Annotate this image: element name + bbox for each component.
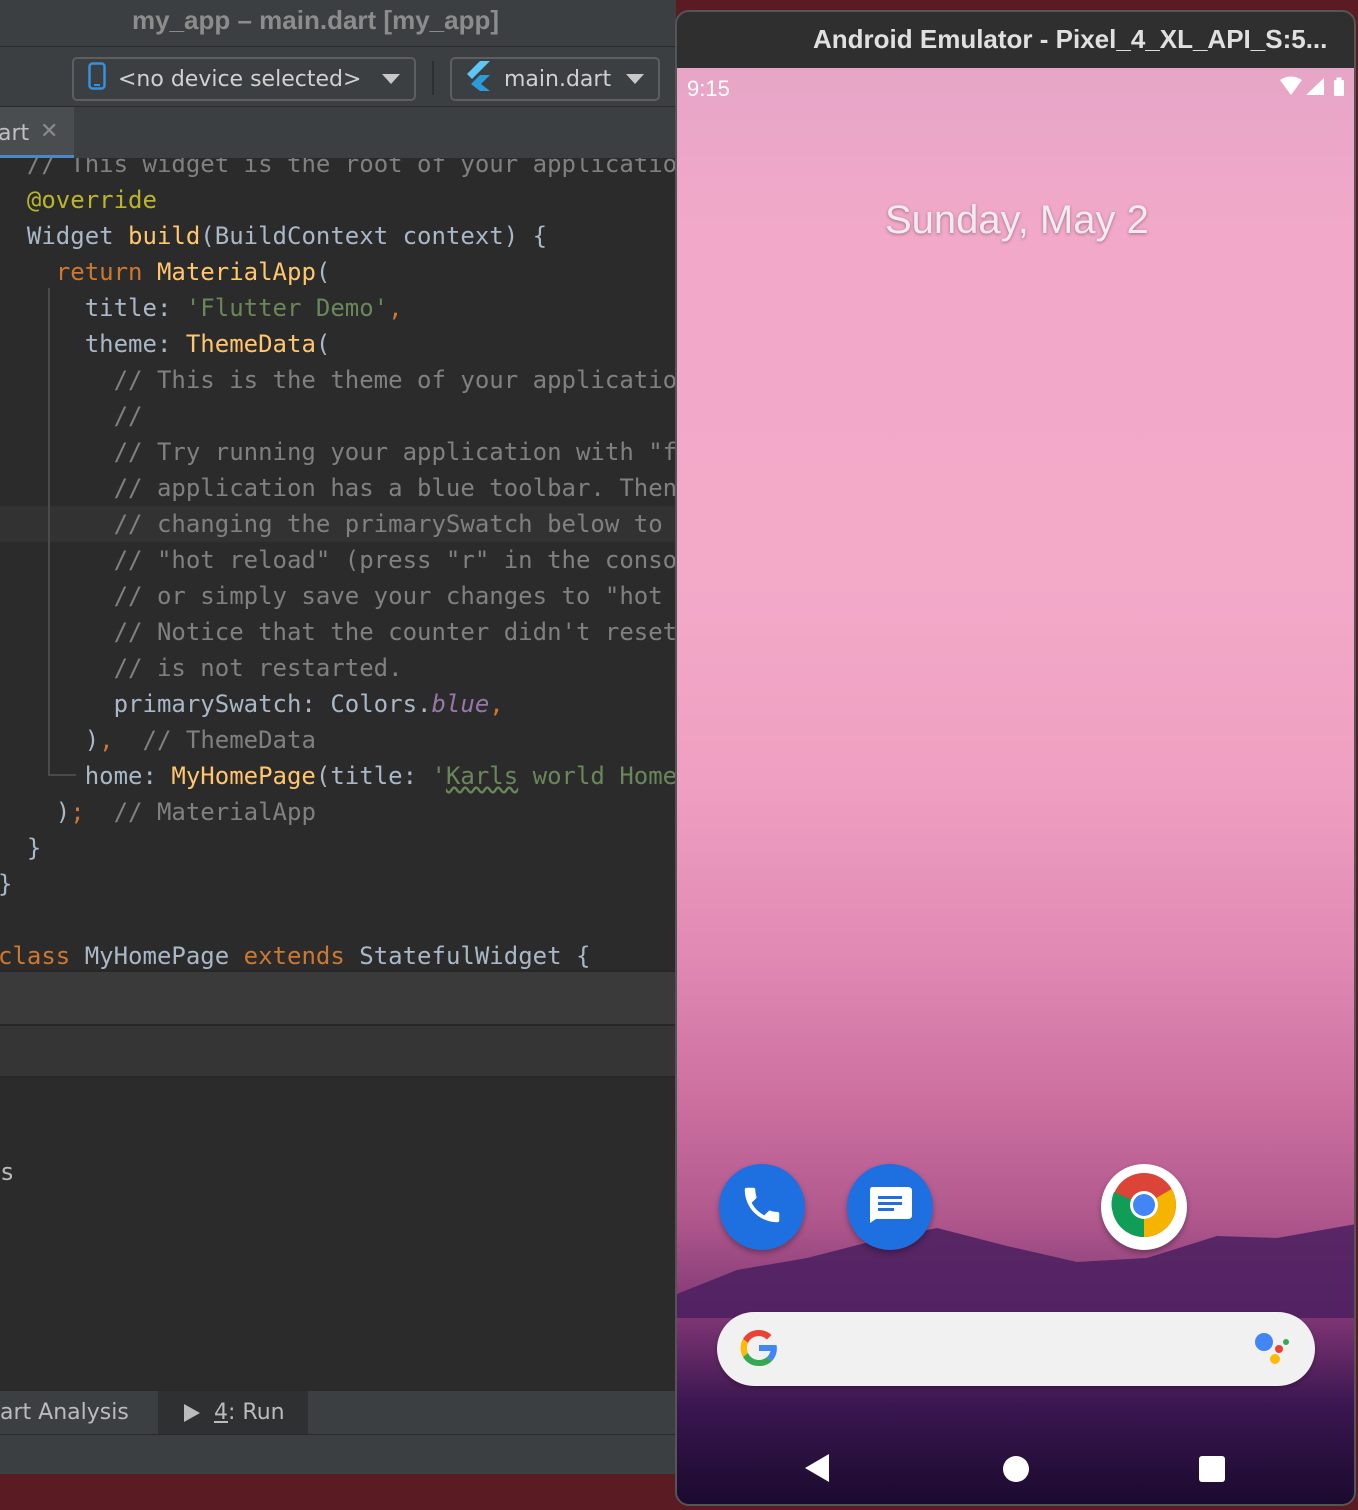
code-line[interactable]: primarySwatch: Colors.blue, [0,686,504,722]
google-g-icon [737,1326,781,1374]
phone-app[interactable] [719,1164,805,1250]
code-line[interactable]: // changing the primarySwatch below to C [0,506,676,542]
nav-back-icon[interactable] [805,1454,829,1482]
emulator-titlebar[interactable]: Android Emulator - Pixel_4_XL_API_S:5... [677,12,1354,68]
flutter-icon [466,61,492,97]
nav-recents-icon[interactable] [1199,1456,1225,1482]
ide-titlebar: my_app – main.dart [my_app] [0,0,676,46]
ide-window: my_app – main.dart [my_app] <no device s… [0,0,676,1474]
code-line[interactable]: return MaterialApp( [0,254,331,290]
cell-signal-icon [1306,78,1324,95]
device-selector-label: <no device selected> [118,66,362,92]
android-nav-bar [677,1438,1354,1504]
code-line[interactable]: // is not restarted. [0,650,403,686]
code-line[interactable]: theme: ThemeData( [0,326,331,362]
tab-main-dart[interactable]: art ✕ [0,107,74,159]
code-line[interactable]: // Notice that the counter didn't reset [0,614,676,650]
code-line[interactable]: } [0,830,41,866]
code-editor[interactable]: // This widget is the root of your appli… [0,158,676,970]
tab-run[interactable]: 4: Run [158,1391,308,1435]
android-home-screen[interactable]: 9:15 Sunday, May 2 [677,68,1354,1504]
chevron-down-icon [382,74,400,84]
wifi-icon [1280,76,1302,95]
date-text: Sunday, May 2 [885,198,1149,242]
code-line[interactable]: } [0,866,12,902]
code-line[interactable]: Widget build(BuildContext context) { [0,218,547,254]
run-panel-console [0,1078,676,1390]
ide-toolbar: <no device selected> main.dart [0,46,676,106]
google-search-bar[interactable] [717,1312,1315,1386]
status-clock: 9:15 [687,76,730,101]
code-line[interactable]: ); // MaterialApp [0,794,316,830]
tab-label: art [0,121,30,146]
battery-icon [1334,77,1344,96]
run-config-dropdown[interactable]: main.dart [450,57,660,101]
status-bar [0,1434,676,1474]
tab-dart-analysis[interactable]: art Analysis [0,1391,158,1435]
ide-window-title: my_app – main.dart [my_app] [132,5,499,35]
code-line[interactable]: @override [0,182,157,218]
code-line[interactable]: // or simply save your changes to "hot r [0,578,676,614]
phone-icon [739,1182,785,1232]
messages-app[interactable] [847,1164,933,1250]
console-text-fragment: s [0,1158,15,1186]
tab-run-label: 4: Run [214,1400,285,1425]
tab-dart-analysis-label: art Analysis [0,1400,129,1425]
run-panel-header [0,970,676,1024]
run-config-label: main.dart [504,66,612,92]
phone-device-icon [88,62,106,96]
code-line[interactable]: home: MyHomePage(title: 'Karls world Hom… [0,758,676,794]
emulator-window: Android Emulator - Pixel_4_XL_API_S:5...… [675,10,1356,1506]
code-line[interactable]: title: 'Flutter Demo', [0,290,403,326]
messages-icon [866,1185,914,1229]
toolbar-divider [432,61,434,95]
nav-home-icon[interactable] [1003,1456,1029,1482]
emulator-window-title: Android Emulator - Pixel_4_XL_API_S:5... [813,24,1328,54]
tool-window-bar: art Analysis 4: Run [0,1390,676,1435]
code-line[interactable]: // Try running your application with "fl [0,434,676,470]
code-line[interactable]: class MyHomePage extends StatefulWidget … [0,938,590,970]
chevron-down-icon [626,74,644,84]
code-line[interactable]: // This widget is the root of your appli… [0,158,676,182]
android-status-bar: 9:15 [677,68,1354,108]
code-line[interactable]: // This is the theme of your application [0,362,676,398]
play-icon [184,1404,200,1422]
code-line[interactable]: ), // ThemeData [0,722,316,758]
code-line[interactable]: // application has a blue toolbar. Then, [0,470,676,506]
chrome-app[interactable] [1101,1164,1187,1250]
run-panel-toolbar [0,1024,676,1078]
device-selector-dropdown[interactable]: <no device selected> [72,57,416,101]
status-icons [1278,76,1348,102]
code-line[interactable]: // "hot reload" (press "r" in the consol [0,542,676,578]
code-line[interactable]: // [0,398,143,434]
assistant-icon[interactable] [1253,1330,1293,1370]
chrome-icon [1109,1170,1179,1244]
close-icon[interactable]: ✕ [40,119,58,144]
editor-tab-bar: art ✕ [0,106,676,159]
